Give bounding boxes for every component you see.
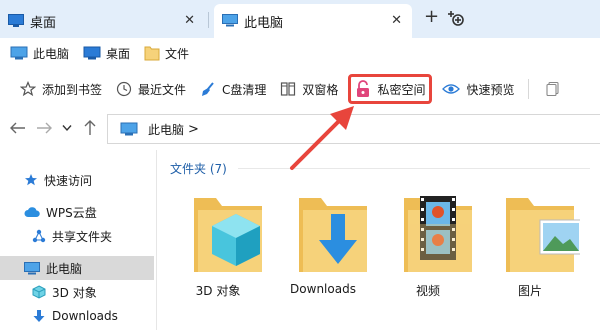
- group-header[interactable]: 文件夹 (7): [170, 160, 227, 177]
- folder-3d-icon: [194, 198, 262, 272]
- toolbar-label: 快速预览: [466, 82, 515, 97]
- broom-icon: [202, 82, 214, 96]
- toolbar-label: 双窗格: [302, 82, 339, 97]
- folder-icon: [144, 46, 160, 61]
- star-icon: [20, 81, 36, 97]
- sidebar-item-label: 3D 对象: [52, 285, 97, 300]
- new-tab-button[interactable]: +: [424, 8, 439, 26]
- cloud-icon: [24, 207, 40, 217]
- file-name: Downloads: [290, 282, 356, 296]
- clock-icon: [116, 81, 132, 97]
- breadcrumb[interactable]: 此电脑: [148, 121, 184, 138]
- sidebar-item-quick-access[interactable]: 快速访问: [0, 168, 154, 192]
- dual-pane-icon: [281, 82, 296, 96]
- tab-strip: 桌面 ✕ 此电脑 ✕ +: [0, 0, 600, 38]
- file-name: 视频: [415, 284, 440, 298]
- sidebar-item-label: 此电脑: [46, 261, 83, 276]
- toolbar-label: C盘清理: [222, 82, 267, 97]
- computer-icon: [120, 122, 138, 136]
- sidebar-item-label: 快速访问: [44, 173, 93, 188]
- tab-separator: [208, 12, 209, 28]
- file-name: 图片: [517, 284, 542, 298]
- folder-download-icon: [299, 198, 367, 272]
- favorites-bar: 此电脑 桌面 文件: [0, 38, 600, 68]
- folder-item-videos[interactable]: 视频: [378, 184, 478, 298]
- sidebar-item-this-pc[interactable]: 此电脑: [0, 256, 154, 280]
- folder-video-icon: [404, 196, 472, 272]
- computer-icon: [10, 46, 28, 60]
- sidebar: 快速访问 WPS云盘 共享文件夹 此电脑 3D 对象 Downloads: [0, 150, 157, 330]
- share-icon: [32, 229, 46, 243]
- folder-item-downloads[interactable]: Downloads: [273, 184, 373, 296]
- computer-icon: [222, 14, 238, 27]
- sidebar-item-shared-folder[interactable]: 共享文件夹: [0, 224, 154, 248]
- fav-this-pc[interactable]: 此电脑: [10, 45, 69, 62]
- sidebar-item-label: WPS云盘: [46, 205, 97, 220]
- toolbar-label: 私密空间: [377, 82, 426, 97]
- fav-files[interactable]: 文件: [144, 45, 189, 62]
- close-icon[interactable]: ✕: [184, 14, 195, 27]
- navigation-row: 此电脑 >: [0, 110, 600, 146]
- cube-icon: [32, 285, 46, 299]
- forward-arrow-icon[interactable]: [36, 122, 52, 134]
- download-icon: [33, 310, 45, 322]
- computer-icon: [24, 261, 40, 274]
- file-name: 3D 对象: [195, 284, 241, 298]
- tab-plus-more-icon[interactable]: [446, 8, 466, 28]
- toolbar: 添加到书签 最近文件 C盘清理 双窗格 私密空间 快速预览: [0, 72, 600, 106]
- eye-icon: [442, 84, 461, 94]
- c-drive-cleanup-button[interactable]: C盘清理: [200, 74, 266, 104]
- sidebar-item-label: Downloads: [52, 309, 118, 323]
- private-space-button[interactable]: 私密空间: [348, 74, 433, 104]
- monitor-icon: [83, 46, 101, 60]
- folder-picture-icon: [506, 198, 580, 272]
- sidebar-item-label: 共享文件夹: [52, 229, 113, 244]
- monitor-icon: [8, 14, 24, 27]
- tab-desktop[interactable]: 桌面 ✕: [0, 4, 205, 38]
- address-bar[interactable]: 此电脑 >: [107, 114, 600, 144]
- quick-preview-button[interactable]: 快速预览: [442, 74, 514, 104]
- fav-label: 桌面: [106, 46, 131, 61]
- sidebar-item-wps-cloud[interactable]: WPS云盘: [0, 200, 154, 224]
- fav-label: 此电脑: [33, 46, 70, 61]
- tab-label: 桌面: [30, 15, 57, 31]
- sidebar-item-downloads[interactable]: Downloads: [0, 304, 154, 328]
- back-arrow-icon[interactable]: [10, 122, 26, 134]
- lock-icon: [357, 80, 370, 97]
- add-bookmark-button[interactable]: 添加到书签: [20, 74, 102, 104]
- chevron-down-icon[interactable]: [62, 124, 72, 132]
- fav-desktop[interactable]: 桌面: [83, 45, 130, 62]
- copy-icon[interactable]: [545, 81, 561, 97]
- toolbar-divider: [528, 79, 530, 99]
- toolbar-label: 添加到书签: [42, 82, 103, 97]
- sidebar-item-3d-objects[interactable]: 3D 对象: [0, 280, 154, 304]
- folder-item-pictures[interactable]: 图片: [480, 184, 580, 298]
- recent-files-button[interactable]: 最近文件: [116, 74, 186, 104]
- tab-this-pc[interactable]: 此电脑 ✕: [214, 4, 412, 38]
- toolbar-label: 最近文件: [138, 82, 187, 97]
- folder-item-3d-objects[interactable]: 3D 对象: [168, 184, 268, 298]
- tab-label: 此电脑: [244, 15, 284, 31]
- close-icon[interactable]: ✕: [391, 14, 402, 27]
- group-divider: [238, 168, 590, 169]
- breadcrumb-separator[interactable]: >: [188, 122, 199, 137]
- dual-pane-button[interactable]: 双窗格: [280, 74, 338, 104]
- file-view: 文件夹 (7) 3D 对象 Downloads 视频 图片: [158, 150, 600, 330]
- fav-label: 文件: [165, 46, 190, 61]
- up-arrow-icon[interactable]: [84, 120, 96, 136]
- pin-star-icon: [25, 174, 37, 186]
